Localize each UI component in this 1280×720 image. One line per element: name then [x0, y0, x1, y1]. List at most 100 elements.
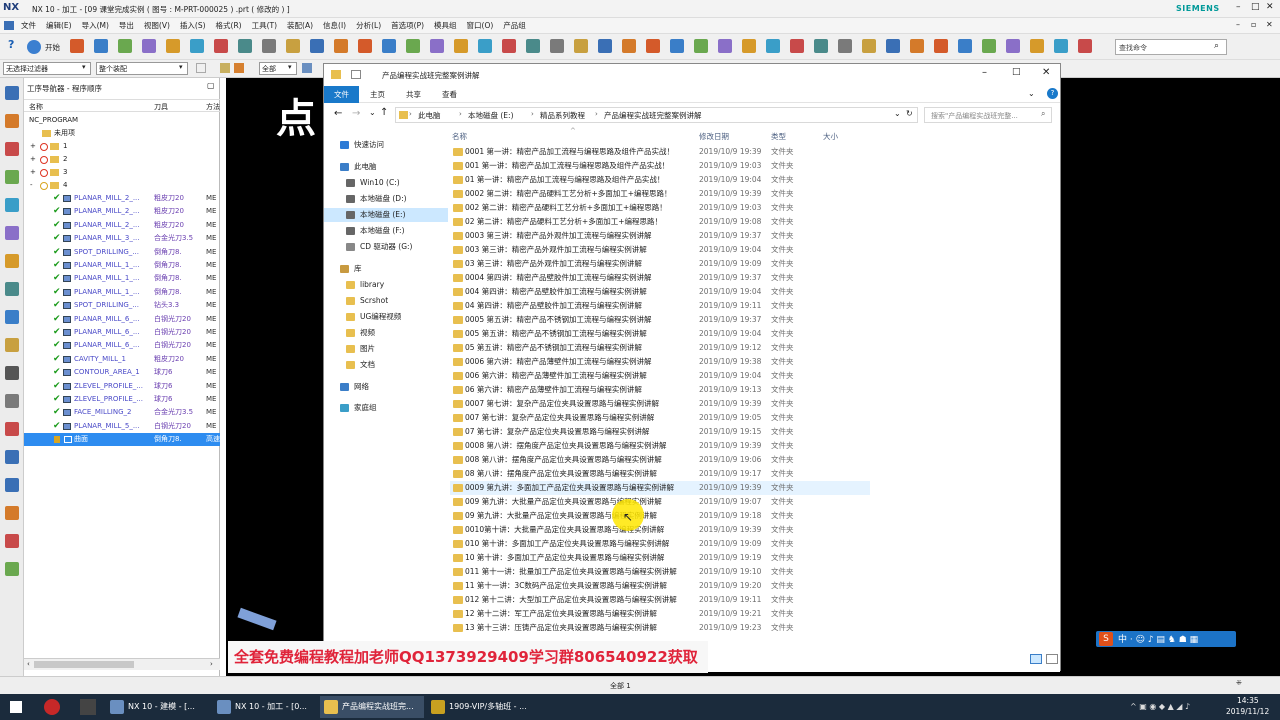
- ime-toolbar[interactable]: S 中 · ☺ ♪ ▤ ♞ ☗ ▦: [1096, 631, 1236, 647]
- file-row[interactable]: 05 第五讲：精密产品不锈钢加工流程与编程实例讲解 2019/10/9 19:12…: [450, 341, 870, 355]
- menu-item[interactable]: 分析(L): [356, 18, 381, 33]
- menu-icon[interactable]: [4, 21, 14, 30]
- operation-row[interactable]: ✔ PLANAR_MILL_2_... 粗皮刀20 ME: [24, 192, 220, 205]
- file-row[interactable]: 12 第十二讲：军工产品定位夹具设置思路与编程实例讲解 2019/10/9 19:…: [450, 607, 870, 621]
- app-icon[interactable]: [44, 699, 60, 715]
- nav-pane-item[interactable]: 文档: [324, 358, 448, 372]
- col-method[interactable]: 方法: [206, 102, 220, 112]
- toolbar-tool-icon[interactable]: [598, 39, 612, 53]
- toolbar-tool-icon[interactable]: [1054, 39, 1068, 53]
- toolbar-tool-icon[interactable]: [574, 39, 588, 53]
- col-name-header[interactable]: 名称: [452, 131, 467, 142]
- resource-tab-icon[interactable]: [5, 142, 19, 156]
- toolbar-tool-icon[interactable]: [430, 39, 444, 53]
- nav-pane-item[interactable]: 视频: [324, 326, 448, 340]
- start-icon[interactable]: [27, 40, 41, 54]
- collapse-icon[interactable]: -: [30, 179, 33, 192]
- file-row[interactable]: 005 第五讲：精密产品不锈钢加工流程与编程实例讲解 2019/10/9 19:0…: [450, 327, 870, 341]
- breadcrumb-separator-icon[interactable]: ›: [459, 110, 462, 118]
- resource-tab-icon[interactable]: [5, 254, 19, 268]
- file-row[interactable]: 0004 第四讲：精密产品壁胶件加工流程与编程实例讲解 2019/10/9 19:…: [450, 271, 870, 285]
- col-tool[interactable]: 刀具: [154, 102, 168, 112]
- operation-row[interactable]: ✔ FACE_MILLING_2 合金光刀3.5 ME: [24, 406, 220, 419]
- toolbar-tool-icon[interactable]: [94, 39, 108, 53]
- file-row[interactable]: 009 第九讲：大批量产品定位夹具设置思路与编程实例讲解 2019/10/9 19…: [450, 495, 870, 509]
- address-bar[interactable]: › 此电脑 › 本地磁盘 (E:) › 精品系列教程 › 产品编程实战班完整案例讲解 ⌄ ↻: [395, 107, 918, 123]
- file-row[interactable]: 07 第七讲：复杂产品定位夹具设置思路与编程实例讲解 2019/10/9 19:1…: [450, 425, 870, 439]
- file-row[interactable]: 04 第四讲：精密产品壁胶件加工流程与编程实例讲解 2019/10/9 19:11…: [450, 299, 870, 313]
- tree-group[interactable]: +2: [24, 153, 220, 166]
- tree-group[interactable]: -4: [24, 179, 220, 192]
- file-row[interactable]: 02 第二讲：精密产品硬料工艺分析+多面加工+编程思路！ 2019/10/9 19…: [450, 215, 870, 229]
- menu-item[interactable]: 首选项(P): [391, 18, 424, 33]
- col-name[interactable]: 名称: [29, 102, 43, 112]
- navigator-scrollbar[interactable]: ‹ ›: [24, 658, 220, 670]
- nav-pane-item[interactable]: 快速访问: [324, 138, 448, 152]
- file-row[interactable]: 0010第十讲：大批量产品定位夹具设置思路与编程实例讲解 2019/10/9 19…: [450, 523, 870, 537]
- tree-group[interactable]: +3: [24, 166, 220, 179]
- details-view-icon[interactable]: [1030, 654, 1042, 664]
- toolbar-tool-icon[interactable]: [814, 39, 828, 53]
- explorer-search-input[interactable]: 搜索"产品编程实战班完整... ⌕: [924, 107, 1052, 123]
- operation-row[interactable]: ✔ PLANAR_MILL_2_... 粗皮刀20 ME: [24, 205, 220, 218]
- back-icon[interactable]: ←: [334, 108, 342, 119]
- file-row[interactable]: 0003 第三讲：精密产品外观件加工流程与编程实例讲解 2019/10/9 19:…: [450, 229, 870, 243]
- toolbar-tool-icon[interactable]: [454, 39, 468, 53]
- nav-pane-item[interactable]: CD 驱动器 (G:): [324, 240, 448, 254]
- operation-row[interactable]: ✔ PLANAR_MILL_3_... 合金光刀3.5 ME: [24, 232, 220, 245]
- file-row[interactable]: 008 第八讲：摆角度产品定位夹具设置思路与编程实例讲解 2019/10/9 19…: [450, 453, 870, 467]
- tree-root[interactable]: NC_PROGRAM: [24, 114, 220, 127]
- file-row[interactable]: 10 第十讲：多面加工产品定位夹具设置思路与编程实例讲解 2019/10/9 19…: [450, 551, 870, 565]
- menu-item[interactable]: 文件: [21, 18, 36, 33]
- system-tray-icons[interactable]: ^ ▣ ◉ ◆ ▲ ◢ ♪: [1130, 702, 1210, 712]
- operation-row[interactable]: ✔ ZLEVEL_PROFILE_... 球刀6 ME: [24, 393, 220, 406]
- file-row[interactable]: 06 第六讲：精密产品薄壁件加工流程与编程实例讲解 2019/10/9 19:13…: [450, 383, 870, 397]
- operation-row-selected[interactable]: 曲面 倒角刀8. 高速: [24, 433, 220, 447]
- operation-row[interactable]: ✔ PLANAR_MILL_6_... 白钢光刀20 ME: [24, 339, 220, 352]
- point-icon[interactable]: [234, 63, 244, 73]
- nav-pane-item[interactable]: Scrshot: [324, 294, 448, 308]
- expand-icon[interactable]: +: [30, 166, 36, 179]
- menu-item[interactable]: 装配(A): [287, 18, 313, 33]
- resource-tab-icon[interactable]: [5, 562, 19, 576]
- toolbar-tool-icon[interactable]: [862, 39, 876, 53]
- resource-tab-icon[interactable]: [5, 198, 19, 212]
- type-select[interactable]: 全部 ▾: [259, 62, 297, 75]
- filter-select[interactable]: 无选择过滤器 ▾: [3, 62, 91, 75]
- toolbar-tool-icon[interactable]: [286, 39, 300, 53]
- nav-pane-item[interactable]: UG编程视频: [324, 310, 448, 324]
- toolbar-tool-icon[interactable]: [142, 39, 156, 53]
- toolbar-tool-icon[interactable]: [1078, 39, 1092, 53]
- toolbar-tool-icon[interactable]: [190, 39, 204, 53]
- col-date-header[interactable]: 修改日期: [699, 131, 729, 142]
- operation-row[interactable]: ✔ PLANAR_MILL_6_... 白钢光刀20 ME: [24, 313, 220, 326]
- app-icon[interactable]: [80, 699, 96, 715]
- ribbon-expand-icon[interactable]: ⌄: [1028, 89, 1035, 98]
- assembly-select[interactable]: 整个装配 ▾: [96, 62, 188, 75]
- toolbar-tool-icon[interactable]: [334, 39, 348, 53]
- toolbar-tool-icon[interactable]: [718, 39, 732, 53]
- file-row[interactable]: 0009 第九讲：多面加工产品定位夹具设置思路与编程实例讲解 2019/10/9 …: [450, 481, 870, 495]
- resource-tab-icon[interactable]: [5, 366, 19, 380]
- resource-tab-icon[interactable]: [5, 506, 19, 520]
- refresh-icon[interactable]: ↻: [906, 109, 913, 118]
- toolbar-tool-icon[interactable]: [358, 39, 372, 53]
- file-row[interactable]: 0002 第二讲：精密产品硬料工艺分析+多面加工+编程思路！ 2019/10/9 …: [450, 187, 870, 201]
- select-option-icon[interactable]: [196, 63, 206, 73]
- toolbar-tool-icon[interactable]: [766, 39, 780, 53]
- resource-tab-icon[interactable]: [5, 478, 19, 492]
- file-row[interactable]: 01 第一讲：精密产品加工流程与编程思路及组件产品实战！ 2019/10/9 19…: [450, 173, 870, 187]
- close-button[interactable]: ✕: [1266, 2, 1274, 12]
- file-row[interactable]: 006 第六讲：精密产品薄壁件加工流程与编程实例讲解 2019/10/9 19:0…: [450, 369, 870, 383]
- operation-row[interactable]: ✔ SPOT_DRILLING_... 倒角刀8. ME: [24, 246, 220, 259]
- toolbar-tool-icon[interactable]: [238, 39, 252, 53]
- operation-row[interactable]: ✔ PLANAR_MILL_1_... 倒角刀8. ME: [24, 259, 220, 272]
- file-row[interactable]: 0006 第六讲：精密产品薄壁件加工流程与编程实例讲解 2019/10/9 19:…: [450, 355, 870, 369]
- toolbar-tool-icon[interactable]: [310, 39, 324, 53]
- file-row[interactable]: 003 第三讲：精密产品外观件加工流程与编程实例讲解 2019/10/9 19:0…: [450, 243, 870, 257]
- toolbar-tool-icon[interactable]: [958, 39, 972, 53]
- ribbon-tab[interactable]: 文件: [324, 86, 359, 103]
- resource-tab-icon[interactable]: [5, 310, 19, 324]
- expand-icon[interactable]: +: [30, 153, 36, 166]
- start-button[interactable]: 开始: [45, 42, 60, 53]
